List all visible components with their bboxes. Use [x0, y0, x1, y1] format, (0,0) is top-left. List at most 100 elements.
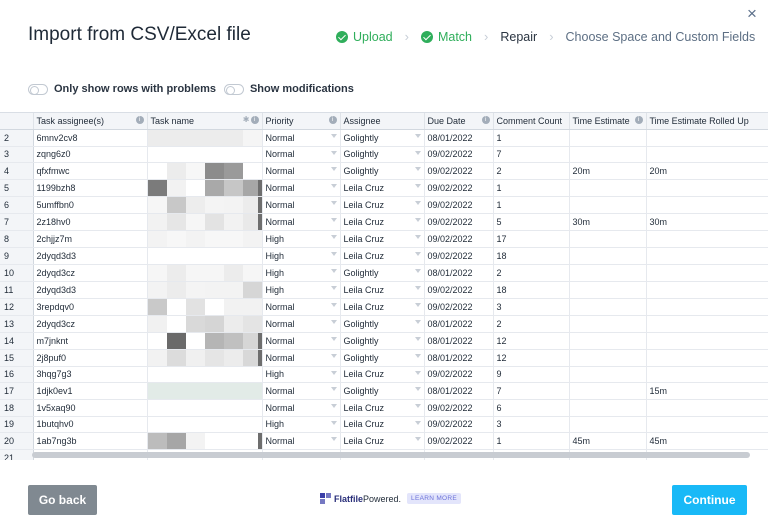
cell-task-name[interactable] [147, 432, 263, 450]
cell-time-estimate-rolled-up[interactable]: 45m [646, 432, 768, 450]
cell-priority[interactable]: Normal [262, 349, 341, 367]
cell-due-date[interactable]: 08/01/2022 [424, 129, 494, 147]
cell-time-estimate[interactable] [569, 349, 647, 367]
cell-assignee[interactable]: Leila Cruz [340, 196, 425, 214]
table-row[interactable]: 4 qfxfmwc Normal Golightly 09/02/2022 2 20m 20m [0, 162, 768, 180]
cell-time-estimate[interactable] [569, 146, 647, 163]
column-header[interactable]: Time Estimate i [569, 113, 647, 130]
cell-time-estimate[interactable] [569, 416, 647, 433]
chevron-down-icon[interactable] [330, 437, 337, 441]
table-row[interactable]: 9 2dyqd3d3 High Leila Cruz 09/02/2022 18 [0, 247, 768, 265]
info-icon[interactable]: i [135, 116, 144, 124]
cell-task-name[interactable] [147, 399, 263, 417]
cell-task-name[interactable] [147, 162, 263, 180]
continue-button[interactable]: Continue [672, 485, 747, 515]
cell-due-date[interactable]: 09/02/2022 [424, 281, 494, 299]
chevron-down-icon[interactable] [330, 167, 337, 171]
cell-task-name[interactable] [147, 146, 263, 163]
cell-comment-count[interactable]: 9 [493, 366, 570, 383]
cell-task-assignee[interactable]: 2dyqd3d3 [33, 247, 148, 265]
table-row[interactable]: 10 2dyqd3cz High Golightly 08/01/2022 2 [0, 264, 768, 282]
column-header[interactable]: Task name ✱ i [147, 113, 263, 130]
cell-time-estimate-rolled-up[interactable] [646, 146, 768, 163]
cell-task-name[interactable] [147, 349, 263, 367]
cell-due-date[interactable]: 09/02/2022 [424, 366, 494, 383]
column-header[interactable]: Due Date i [424, 113, 494, 130]
cell-due-date[interactable]: 08/01/2022 [424, 264, 494, 282]
cell-due-date[interactable]: 09/02/2022 [424, 432, 494, 450]
cell-time-estimate[interactable] [569, 179, 647, 197]
cell-task-name[interactable] [147, 366, 263, 383]
cell-due-date[interactable]: 09/02/2022 [424, 213, 494, 231]
table-row[interactable]: 3 zqng6z0 Normal Golightly 09/02/2022 7 [0, 146, 768, 163]
cell-due-date[interactable]: 09/02/2022 [424, 179, 494, 197]
cell-priority[interactable]: Normal [262, 162, 341, 180]
chevron-down-icon[interactable] [414, 353, 421, 358]
cell-time-estimate-rolled-up[interactable] [646, 230, 768, 248]
cell-task-assignee[interactable]: 1ab7ng3b [33, 432, 148, 450]
cell-due-date[interactable]: 09/02/2022 [424, 247, 494, 265]
cell-assignee[interactable]: Leila Cruz [340, 247, 425, 265]
cell-due-date[interactable]: 08/01/2022 [424, 382, 494, 400]
column-header[interactable]: Assignee [340, 113, 425, 130]
cell-due-date[interactable]: 09/02/2022 [424, 196, 494, 214]
cell-comment-count[interactable]: 12 [493, 349, 570, 367]
cell-time-estimate[interactable] [569, 281, 647, 299]
cell-time-estimate[interactable] [569, 366, 647, 383]
chevron-down-icon[interactable] [330, 133, 337, 138]
cell-priority[interactable]: Normal [262, 332, 341, 350]
cell-task-assignee[interactable]: m7jnknt [33, 332, 148, 350]
chevron-down-icon[interactable] [330, 404, 337, 408]
cell-task-name[interactable] [147, 416, 263, 433]
cell-time-estimate[interactable] [569, 315, 647, 333]
cell-task-assignee[interactable]: 5umffbn0 [33, 196, 148, 214]
cell-task-assignee[interactable]: 2dyqd3d3 [33, 281, 148, 299]
chevron-down-icon[interactable] [330, 184, 337, 188]
cell-priority[interactable]: Normal [262, 298, 341, 316]
cell-priority[interactable]: Normal [262, 432, 341, 450]
cell-time-estimate-rolled-up[interactable] [646, 366, 768, 383]
chevron-down-icon[interactable] [414, 420, 421, 425]
cell-time-estimate-rolled-up[interactable] [646, 416, 768, 433]
cell-time-estimate[interactable] [569, 129, 647, 147]
cell-assignee[interactable]: Golightly [340, 315, 425, 333]
cell-task-name[interactable] [147, 264, 263, 282]
cell-comment-count[interactable]: 12 [493, 332, 570, 350]
column-header[interactable]: Comment Count [493, 113, 570, 130]
chevron-down-icon[interactable] [414, 268, 421, 273]
table-row[interactable]: 7 2z18hv0 Normal Leila Cruz 09/02/2022 5 30m 30… [0, 213, 768, 231]
cell-priority[interactable]: High [262, 230, 341, 248]
cell-assignee[interactable]: Golightly [340, 332, 425, 350]
cell-comment-count[interactable]: 7 [493, 146, 570, 163]
cell-time-estimate-rolled-up[interactable] [646, 281, 768, 299]
cell-task-assignee[interactable]: 2j8puf0 [33, 349, 148, 367]
cell-task-name[interactable] [147, 179, 263, 197]
cell-task-name[interactable] [147, 213, 263, 231]
cell-assignee[interactable]: Leila Cruz [340, 432, 425, 450]
cell-task-assignee[interactable]: 1199bzh8 [33, 179, 148, 197]
chevron-down-icon[interactable] [330, 370, 337, 375]
cell-comment-count[interactable]: 6 [493, 399, 570, 417]
table-row[interactable]: 13 2dyqd3cz Normal Golightly 08/01/2022 2 [0, 315, 768, 333]
cell-time-estimate[interactable]: 20m [569, 162, 647, 180]
cell-due-date[interactable]: 09/02/2022 [424, 298, 494, 316]
column-header[interactable]: Task assignee(s) i [33, 113, 148, 130]
cell-assignee[interactable]: Golightly [340, 349, 425, 367]
cell-task-name[interactable] [147, 230, 263, 248]
chevron-down-icon[interactable] [414, 302, 421, 307]
chevron-down-icon[interactable] [330, 150, 337, 155]
cell-task-assignee[interactable]: 2chjjz7m [33, 230, 148, 248]
cell-due-date[interactable]: 09/02/2022 [424, 146, 494, 163]
close-icon[interactable]: × [744, 5, 760, 22]
chevron-down-icon[interactable] [414, 218, 421, 222]
toggle-switch[interactable] [28, 83, 48, 95]
chevron-down-icon[interactable] [330, 302, 337, 307]
info-icon[interactable]: i [250, 116, 259, 124]
table-row[interactable]: 6 5umffbn0 Normal Leila Cruz 09/02/2022 1 [0, 196, 768, 214]
cell-comment-count[interactable]: 2 [493, 264, 570, 282]
toggle-switch[interactable] [223, 83, 244, 95]
toggle-show-modifications[interactable]: Show modifications [223, 83, 354, 95]
chevron-down-icon[interactable] [330, 201, 337, 205]
cell-time-estimate[interactable] [569, 298, 647, 316]
table-row[interactable]: 12 3repdqv0 Normal Leila Cruz 09/02/2022 3 [0, 298, 768, 316]
